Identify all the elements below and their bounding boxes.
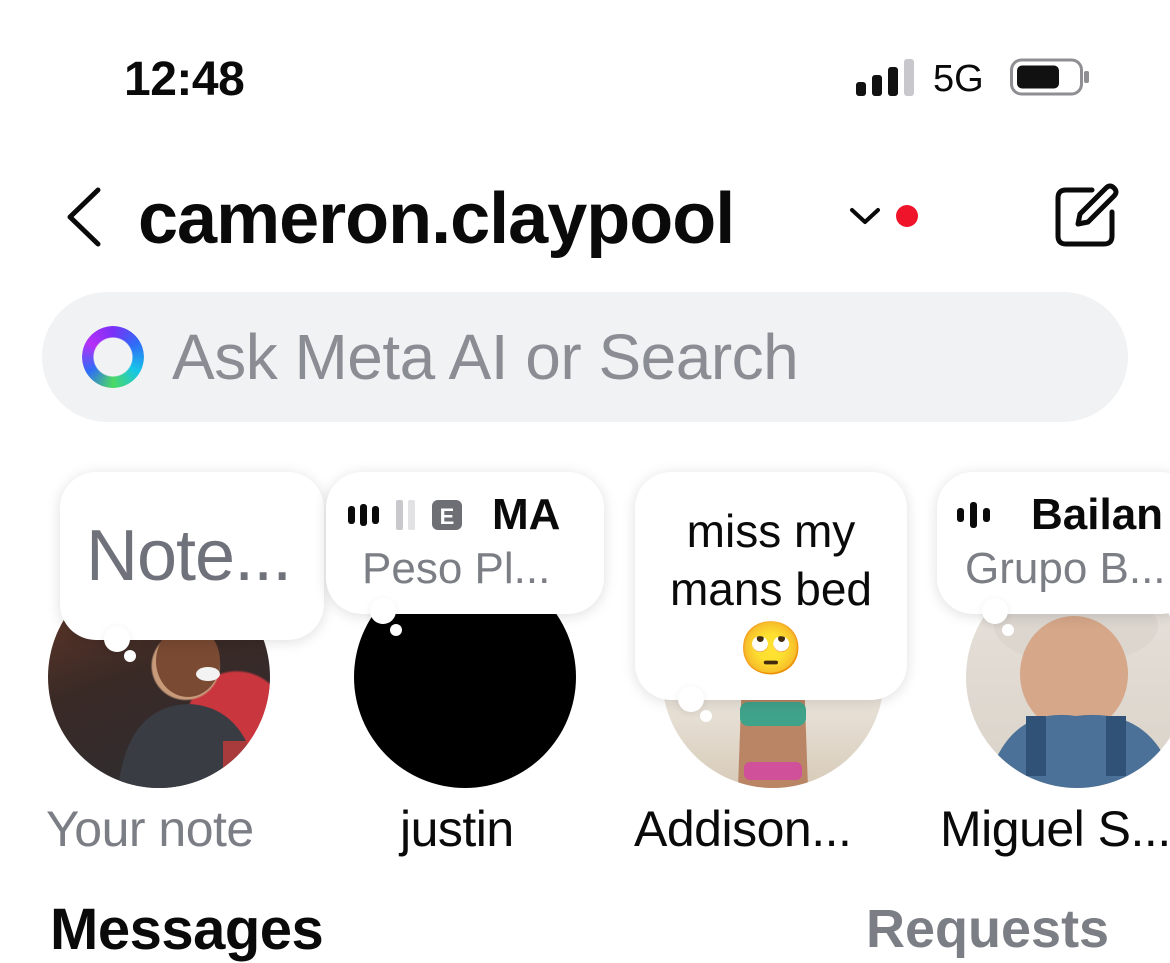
requests-link[interactable]: Requests	[866, 898, 1109, 960]
account-username[interactable]: cameron.claypool	[138, 176, 735, 262]
meta-ai-icon	[82, 326, 144, 388]
audio-bars-icon	[957, 502, 990, 528]
note-tail-dot	[124, 650, 136, 662]
compose-icon[interactable]	[1052, 182, 1120, 250]
note-tail	[370, 598, 396, 624]
song-artist: Grupo B...	[965, 544, 1166, 593]
chevron-down-icon[interactable]	[848, 204, 882, 228]
note-bubble-addison[interactable]: miss my mans bed 🙄	[635, 472, 907, 700]
audio-bars-icon: E	[348, 500, 462, 530]
unread-indicator-dot	[896, 205, 918, 227]
note-text: Note...	[86, 516, 292, 596]
search-placeholder: Ask Meta AI or Search	[172, 321, 799, 393]
note-name: Addison...	[634, 801, 852, 857]
messages-heading: Messages	[50, 897, 324, 962]
song-artist: Peso Pl...	[362, 544, 551, 593]
song-title: MA	[492, 490, 561, 539]
battery-icon	[1010, 58, 1089, 96]
song-title: Bailan	[1031, 490, 1164, 539]
note-name: Your note	[46, 801, 254, 857]
note-bubble-music-justin[interactable]: E MA Peso Pl...	[326, 472, 604, 614]
note-name: justin	[400, 801, 514, 857]
note-tail	[982, 598, 1008, 624]
status-time: 12:48	[124, 53, 245, 106]
note-tail	[678, 686, 704, 712]
note-tail	[104, 626, 130, 652]
note-tail-dot	[1002, 624, 1014, 636]
note-bubble-music-miguel[interactable]: Bailan Grupo B...	[937, 472, 1170, 614]
search-bar[interactable]: Ask Meta AI or Search	[42, 292, 1128, 422]
note-bubble-your-note[interactable]: Note...	[60, 472, 324, 640]
note-tail-dot	[390, 624, 402, 636]
cellular-signal-icon	[856, 59, 914, 96]
svg-text:E: E	[440, 504, 455, 529]
note-name: Miguel S...	[940, 801, 1170, 857]
network-type: 5G	[933, 58, 984, 100]
note-tail-dot	[700, 710, 712, 722]
back-chevron-icon[interactable]	[62, 186, 104, 248]
note-text: miss my mans bed	[669, 505, 872, 615]
eye-roll-emoji: 🙄	[738, 620, 804, 678]
